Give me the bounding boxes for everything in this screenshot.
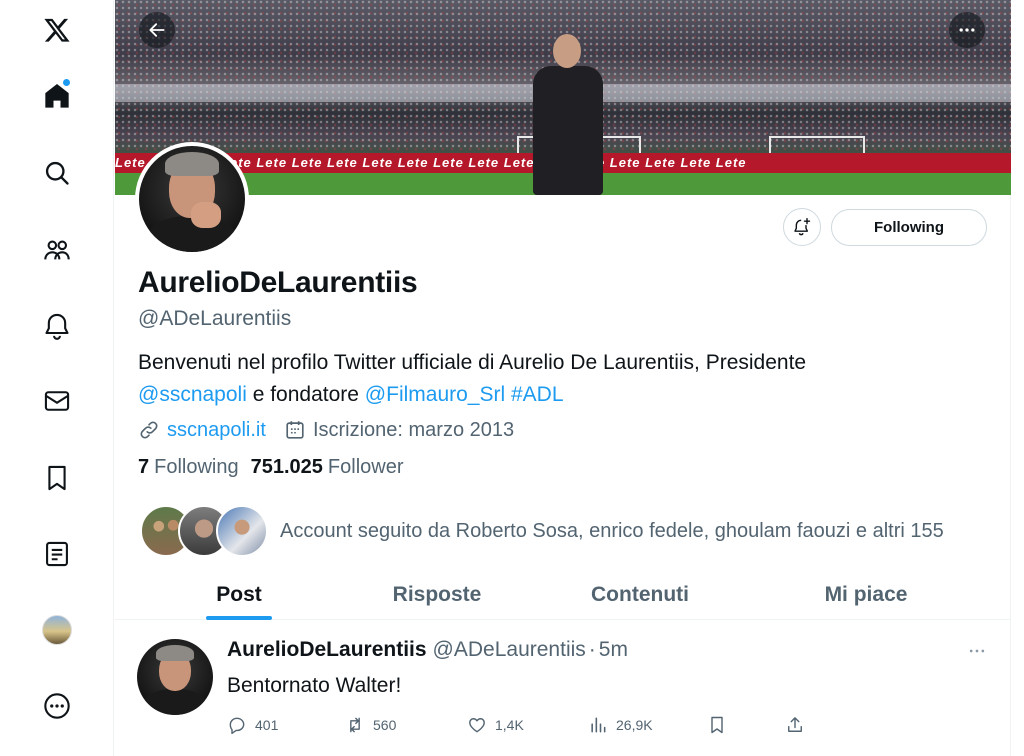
calendar-icon [286,421,304,439]
following-label: Following [154,456,239,478]
tweet-time[interactable]: 5m [599,638,628,662]
home-icon[interactable] [0,70,114,122]
profile-column: Lete Lete Lete Lete Lete Lete Lete Lete … [115,0,1011,756]
arrow-left-icon [149,23,165,37]
views-button[interactable]: 26,9K [588,713,653,737]
user-handle: @ADeLaurentiis [138,307,292,330]
heart-icon [469,718,485,733]
messages-icon[interactable] [0,375,114,427]
tweet-author-handle[interactable]: @ADeLaurentiis [433,638,586,662]
tweet-more-button[interactable] [965,639,989,663]
tab-mi-piace[interactable]: Mi piace [791,569,941,620]
communities-icon[interactable] [0,224,114,276]
repost-count: 560 [373,717,397,733]
separator: · [588,638,596,661]
follower-avatar [216,505,268,557]
mention-sscnapoli[interactable]: @sscnapoli [138,383,247,406]
tweet[interactable]: AurelioDeLaurentiis @ADeLaurentiis · 5m … [115,621,1011,756]
followers-label: Follower [327,456,404,478]
followed-by-text: Account seguito da Roberto Sosa, enrico … [280,519,944,542]
tweet-author-name[interactable]: AurelioDeLaurentiis [227,638,427,662]
bio-text-2: e fondatore [246,383,365,406]
tab-post[interactable]: Post [177,569,301,620]
repost-button[interactable]: 560 [345,713,396,737]
profile-picture[interactable] [135,142,249,256]
avatar[interactable] [137,639,213,715]
followed-by[interactable]: Account seguito da Roberto Sosa, enrico … [140,505,944,557]
profile-tabs: Post Risposte Contenuti Mi piace [115,569,1011,620]
repost-icon [350,717,360,733]
more-horizontal-icon [959,28,975,32]
profile-avatar[interactable] [0,604,114,656]
tab-contenuti[interactable]: Contenuti [565,569,715,620]
followers-count: 751.025 [250,456,323,478]
reply-icon [229,717,245,735]
hashtag-adl[interactable]: #ADL [511,383,564,406]
avatar [42,615,72,645]
more-horizontal-icon [969,649,985,653]
following-count: 7 [138,456,150,478]
join-date: Iscrizione: marzo 2013 [312,418,515,441]
share-icon [788,717,802,732]
profile-banner[interactable]: Lete Lete Lete Lete Lete Lete Lete Lete … [115,0,1011,195]
search-icon[interactable] [0,147,114,199]
share-button[interactable] [785,713,813,737]
active-tab-indicator [206,616,272,620]
followers-count-link[interactable]: 751.025 Follower [251,456,404,479]
more-icon[interactable] [0,680,114,732]
banner-person [525,30,611,195]
follow-counts: 7 Following 751.025 Follower [138,456,415,479]
avatar [139,146,245,252]
mention-filmauro[interactable]: @Filmauro_Srl [365,383,505,406]
reply-button[interactable]: 401 [227,713,278,737]
banner-more-button[interactable] [949,12,985,48]
back-button[interactable] [139,12,175,48]
notify-button[interactable] [783,208,821,246]
tweet-text: Bentornato Walter! [227,674,402,697]
left-nav [0,0,114,756]
like-count: 1,4K [495,717,524,733]
reply-count: 401 [255,717,279,733]
notifications-icon[interactable] [0,300,114,352]
following-count-link[interactable]: 7 Following [138,456,239,479]
x-logo-icon[interactable] [0,4,114,56]
display-name: AurelioDeLaurentiis [138,266,418,299]
profile-bio: Benvenuti nel profilo Twitter ufficiale … [138,347,968,411]
views-chart-icon [591,717,606,733]
link-icon [140,421,158,439]
tweet-header: AurelioDeLaurentiis @ADeLaurentiis · 5m [227,638,628,662]
tweet-actions: 401 560 1,4K 26,9K [227,713,827,737]
lists-icon[interactable] [0,528,114,580]
bell-plus-icon [794,217,811,236]
following-button[interactable]: Following [831,209,987,246]
website-link[interactable]: sscnapoli.it [167,419,266,442]
like-button[interactable]: 1,4K [467,713,524,737]
view-count: 26,9K [616,717,653,733]
notification-dot [63,79,70,86]
bio-text: Benvenuti nel profilo Twitter ufficiale … [138,351,807,374]
bookmarks-icon[interactable] [0,452,114,504]
bookmark-button[interactable] [707,713,735,737]
profile-meta: sscnapoli.it Iscrizione: marzo 2013 [138,416,514,444]
tab-risposte[interactable]: Risposte [359,569,515,620]
bookmark-icon [711,716,723,734]
